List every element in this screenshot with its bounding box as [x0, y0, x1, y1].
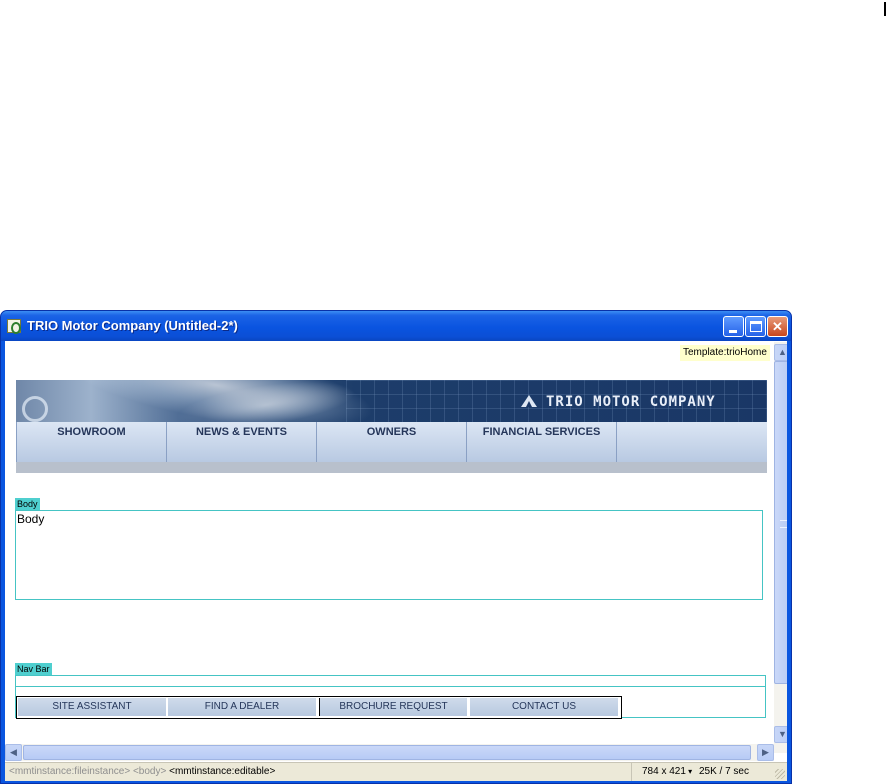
editable-region-navbar[interactable]: SITE ASSISTANT FIND A DEALER BROCHURE RE… [15, 675, 766, 719]
download-stats: 25K / 7 sec [698, 766, 749, 777]
dreamweaver-document-icon[interactable] [7, 319, 21, 334]
scroll-up-arrow-icon[interactable]: ▲ [774, 344, 787, 361]
window-size-menu[interactable]: 784 x 421 [642, 766, 686, 777]
navbar-divider [16, 686, 765, 687]
horizontal-scrollbar[interactable]: ◀ ▶ [5, 744, 774, 761]
nav-sub-bar [16, 462, 767, 473]
site-header-banner: TRIO MOTOR COMPANY [16, 380, 767, 422]
nav-item-showroom[interactable]: SHOWROOM [17, 422, 167, 462]
main-nav: SHOWROOM NEWS & EVENTS OWNERS FINANCIAL … [16, 422, 767, 462]
editable-region-body[interactable]: Body [15, 510, 763, 600]
footer-item-brochure-request[interactable]: BROCHURE REQUEST [319, 698, 469, 716]
nav-item-owners[interactable]: OWNERS [317, 422, 467, 462]
tag-body[interactable]: <body> [133, 766, 166, 777]
footer-nav-table: SITE ASSISTANT FIND A DEALER BROCHURE RE… [16, 696, 622, 719]
nav-item-empty [617, 422, 768, 462]
minimize-icon [729, 330, 737, 333]
window-title: TRIO Motor Company (Untitled-2*) [27, 318, 238, 333]
scroll-left-arrow-icon[interactable]: ◀ [5, 744, 22, 761]
scroll-right-arrow-icon[interactable]: ▶ [757, 744, 774, 761]
document-window: TRIO Motor Company (Untitled-2*) ✕ Templ… [0, 310, 792, 784]
text-cursor [884, 2, 886, 16]
nav-item-news-events[interactable]: NEWS & EVENTS [167, 422, 317, 462]
horizontal-scroll-thumb[interactable] [23, 745, 751, 760]
title-bar[interactable]: TRIO Motor Company (Untitled-2*) ✕ [1, 311, 791, 341]
dropdown-arrow-icon[interactable]: ▾ [686, 767, 692, 776]
editable-region-label-body[interactable]: Body [15, 498, 40, 510]
body-text[interactable]: Body [17, 512, 44, 526]
brand-logo[interactable]: TRIO MOTOR COMPANY [520, 394, 716, 412]
footer-item-find-a-dealer[interactable]: FIND A DEALER [168, 698, 318, 716]
maximize-button[interactable] [745, 316, 766, 337]
tag-editable[interactable]: <mmtinstance:editable> [169, 766, 275, 777]
nav-item-financial-services[interactable]: FINANCIAL SERVICES [467, 422, 617, 462]
trio-logo-icon [520, 395, 538, 407]
tag-fileinstance[interactable]: <mmtinstance:fileinstance> [9, 766, 130, 777]
minimize-button[interactable] [723, 316, 744, 337]
resize-grip-icon[interactable] [775, 769, 785, 779]
vertical-scrollbar[interactable]: ▲ ▼ [774, 342, 787, 753]
car-wheel-graphic [22, 396, 48, 422]
close-icon: ✕ [772, 319, 783, 334]
vertical-scroll-thumb[interactable] [774, 361, 787, 684]
scroll-down-arrow-icon[interactable]: ▼ [774, 726, 787, 743]
brand-name: TRIO MOTOR COMPANY [546, 394, 716, 410]
close-button[interactable]: ✕ [767, 316, 788, 337]
design-view[interactable]: Template:trioHome TRIO MOTOR COMPANY SHO… [5, 341, 787, 781]
status-bar: <mmtinstance:fileinstance> <body> <mmtin… [5, 762, 787, 781]
footer-item-site-assistant[interactable]: SITE ASSISTANT [18, 698, 168, 716]
footer-item-contact-us[interactable]: CONTACT US [470, 698, 620, 716]
status-info: 784 x 421 ▾ 25K / 7 sec [631, 763, 749, 781]
editable-region-label-navbar[interactable]: Nav Bar [15, 663, 52, 675]
scroll-grip-icon [780, 520, 787, 528]
template-label: Template:trioHome [680, 345, 770, 361]
maximize-icon [750, 321, 762, 332]
tag-selector: <mmtinstance:fileinstance> <body> <mmtin… [9, 763, 275, 781]
